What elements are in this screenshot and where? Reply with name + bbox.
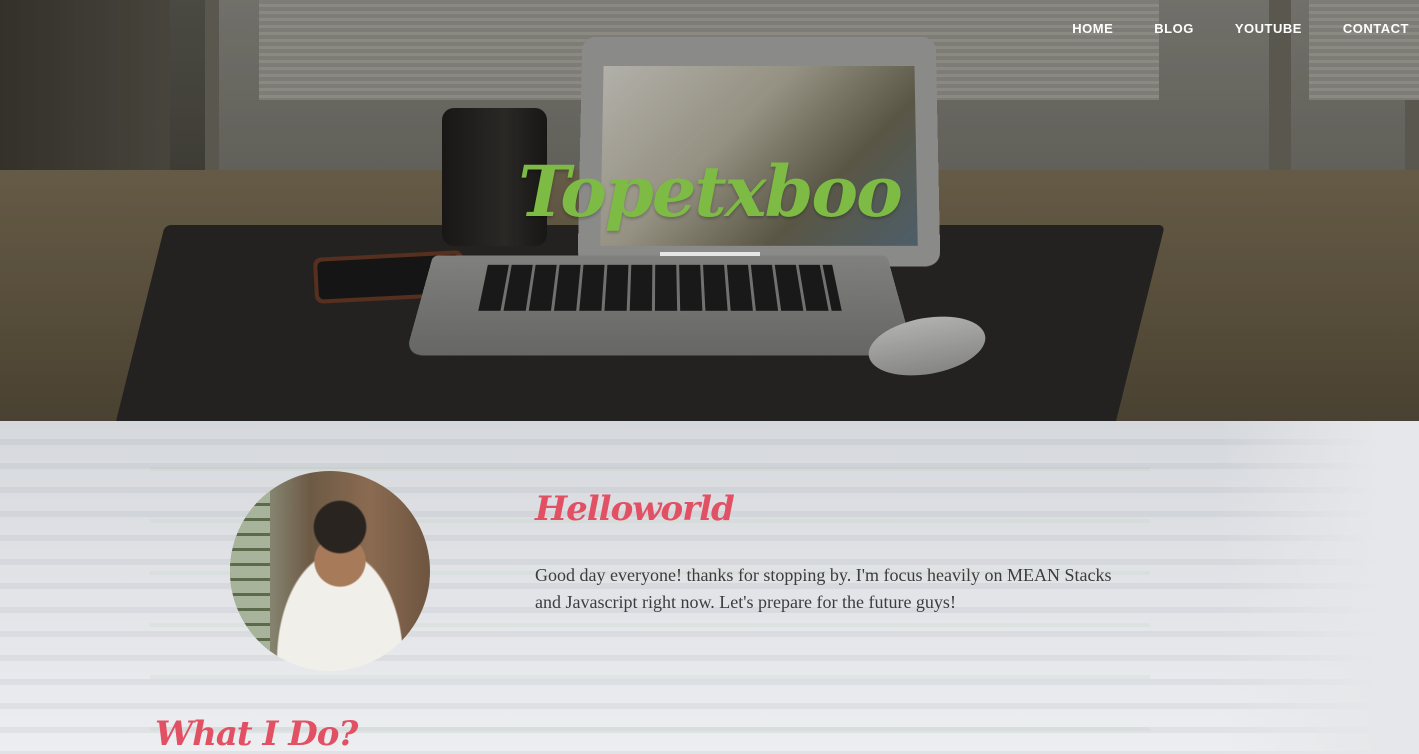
main-nav: HOME BLOG YOUTUBE CONTACT (1031, 21, 1419, 36)
brand-underline-divider (660, 252, 760, 256)
site-brand-title: Topetxboo (518, 150, 903, 233)
nav-blog-link[interactable]: BLOG (1113, 21, 1194, 36)
nav-home-link[interactable]: HOME (1031, 21, 1113, 36)
profile-avatar (230, 471, 430, 671)
about-heading: Helloworld (535, 489, 735, 529)
nav-youtube-link[interactable]: YOUTUBE (1194, 21, 1302, 36)
nav-contact-link[interactable]: CONTACT (1302, 21, 1419, 36)
hero-banner: HOME BLOG YOUTUBE CONTACT Topetxboo (0, 0, 1419, 421)
about-section: Helloworld Good day everyone! thanks for… (0, 421, 1419, 754)
about-intro-text: Good day everyone! thanks for stopping b… (535, 565, 1112, 612)
what-i-do-heading: What I Do? (155, 714, 358, 754)
